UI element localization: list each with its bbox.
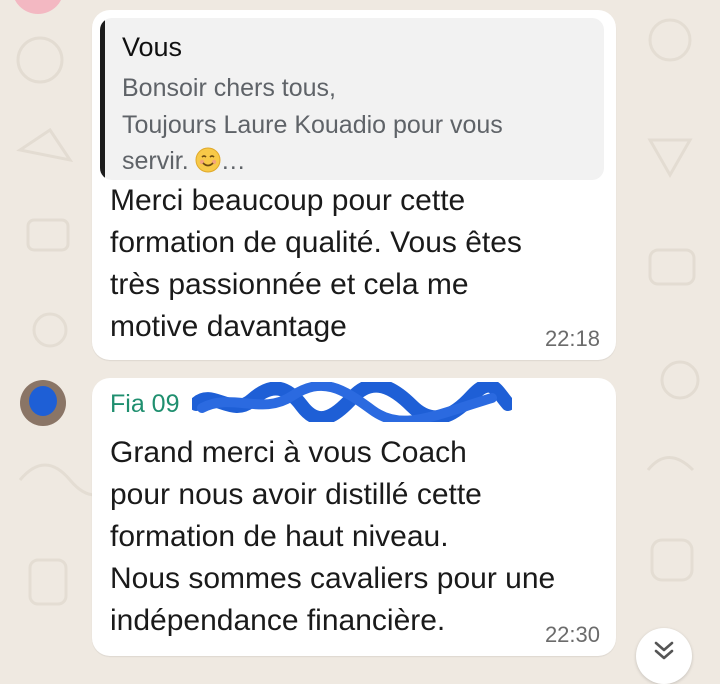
- quoted-text-line: servir.: [122, 147, 189, 175]
- message-text-line: Nous sommes cavaliers pour une: [110, 562, 556, 595]
- quote-accent-bar: [100, 18, 105, 180]
- quoted-text-line: Bonsoir chers tous,: [122, 74, 336, 102]
- avatar-redaction: [29, 386, 57, 416]
- message-text-line: très passionnée et cela me: [110, 268, 469, 301]
- message-text-line: formation de haut niveau.: [110, 520, 449, 553]
- redaction-scribble: [192, 382, 512, 422]
- quoted-author: Vous: [122, 32, 183, 62]
- message-text-line: formation de qualité. Vous êtes: [110, 226, 522, 259]
- quoted-text-line-last: servir. …: [122, 147, 246, 176]
- sender-avatar[interactable]: [20, 380, 66, 426]
- message-bubble-sent[interactable]: Vous Bonsoir chers tous, Toujours Laure …: [92, 10, 616, 360]
- scroll-to-bottom-button[interactable]: [636, 628, 692, 684]
- double-chevron-down-icon: [654, 641, 674, 660]
- message-timestamp: 22:30: [544, 622, 600, 647]
- message-text-line: pour nous avoir distillé cette: [110, 478, 482, 511]
- quoted-message[interactable]: Vous Bonsoir chers tous, Toujours Laure …: [100, 18, 604, 180]
- sender-name[interactable]: Fia 09: [110, 390, 179, 419]
- message-text-line: Merci beaucoup pour cette: [110, 184, 466, 217]
- message-text-line: indépendance financière.: [110, 604, 446, 637]
- message-timestamp: 22:18: [544, 326, 600, 351]
- message-text-line: Grand merci à vous Coach: [110, 436, 467, 469]
- quoted-text-line: Toujours Laure Kouadio pour vous: [122, 111, 503, 139]
- smiling-face-emoji: [195, 147, 221, 173]
- quote-truncation: …: [220, 147, 246, 175]
- message-text-line: motive davantage: [110, 310, 347, 343]
- message-bubble-received[interactable]: Fia 09 Grand merci à vous Coach pour nou…: [92, 378, 616, 656]
